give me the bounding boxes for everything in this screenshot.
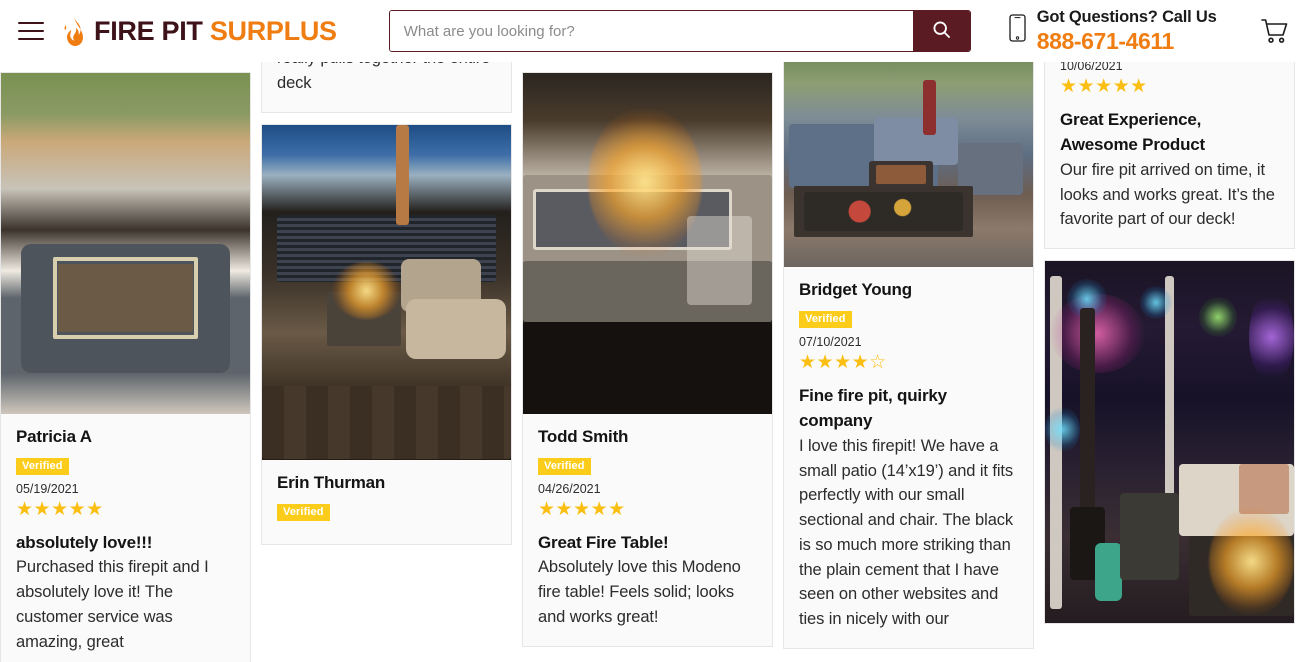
- review-title: Great Fire Table!: [538, 532, 669, 552]
- brand-text-fire-pit: FIRE PIT: [94, 15, 203, 46]
- review-date: 04/26/2021: [538, 482, 601, 496]
- search-icon: [931, 19, 952, 43]
- review-text: Absolutely love this Modeno fire table! …: [538, 558, 741, 626]
- review-card-clipped-top[interactable]: estimated in stock date and when it woul…: [261, 62, 512, 113]
- review-column-5: 10/06/2021 ★★★★★ Great Experience, Aweso…: [1044, 62, 1295, 635]
- night-porch-firepit-photo: [1045, 261, 1294, 624]
- brand-logo[interactable]: FIRE PIT SURPLUS: [62, 16, 337, 47]
- phone-number-link[interactable]: 888-671-4611: [1037, 28, 1217, 52]
- search-submit-button[interactable]: [912, 11, 970, 51]
- reviewer-name: Bridget Young: [799, 280, 912, 299]
- review-photo[interactable]: [523, 73, 772, 414]
- fire-table-flames-photo: [523, 73, 772, 414]
- review-column-4: Bridget Young Verified 07/10/2021 ★★★★☆ …: [783, 62, 1034, 660]
- review-masonry-board: Patricia A Verified 05/19/2021 ★★★★★ abs…: [0, 62, 1304, 662]
- star-rating: ★★★★☆: [799, 352, 887, 373]
- star-rating: ★★★★★: [16, 499, 104, 520]
- review-column-1: Patricia A Verified 05/19/2021 ★★★★★ abs…: [0, 62, 251, 662]
- phone-contact-block[interactable]: Got Questions? Call Us 888-671-4611: [1009, 8, 1217, 53]
- star-rating: ★★★★★: [1060, 76, 1148, 97]
- star-rating: ★★★★★: [538, 499, 626, 520]
- review-text: I love this firepit! We have a small pat…: [799, 436, 1014, 629]
- search-bar[interactable]: [388, 10, 971, 52]
- review-text: Purchased this firepit and I absolutely …: [16, 558, 209, 651]
- review-column-3: Todd Smith Verified 04/26/2021 ★★★★★ Gre…: [522, 62, 773, 658]
- brand-text: FIRE PIT SURPLUS: [94, 16, 337, 47]
- mobile-phone-icon: [1009, 14, 1026, 47]
- review-date: 10/06/2021: [1060, 62, 1123, 73]
- blue-sectional-patio-photo: [784, 62, 1033, 267]
- review-title: Fine fire pit, quirky company: [799, 385, 947, 431]
- review-date: 07/10/2021: [799, 335, 862, 349]
- review-photo[interactable]: [784, 62, 1033, 267]
- review-card-patricia-a[interactable]: Patricia A Verified 05/19/2021 ★★★★★ abs…: [0, 72, 251, 662]
- brand-text-surplus: SURPLUS: [209, 15, 337, 46]
- review-column-2: estimated in stock date and when it woul…: [261, 62, 512, 556]
- flame-icon: [62, 16, 86, 46]
- verified-badge: Verified: [799, 311, 852, 328]
- review-card-great-experience[interactable]: 10/06/2021 ★★★★★ Great Experience, Aweso…: [1044, 62, 1295, 250]
- search-input[interactable]: [389, 11, 913, 51]
- review-text: Our fire pit arrived on time, it looks a…: [1060, 160, 1275, 229]
- site-header: FIRE PIT SURPLUS Got Questions? Call Us …: [0, 0, 1304, 62]
- dusk-deck-firepit-photo: [262, 124, 511, 460]
- verified-badge: Verified: [16, 458, 69, 475]
- shopping-cart-icon[interactable]: [1260, 16, 1290, 46]
- hamburger-menu-icon[interactable]: [18, 22, 44, 40]
- reviewer-name: Erin Thurman: [277, 472, 386, 492]
- reviewer-name: Patricia A: [16, 427, 92, 446]
- review-card-bridget-young[interactable]: Bridget Young Verified 07/10/2021 ★★★★☆ …: [783, 62, 1034, 649]
- verified-badge: Verified: [538, 458, 591, 475]
- review-title: absolutely love!!!: [16, 532, 153, 552]
- review-card-night-porch[interactable]: [1044, 260, 1295, 625]
- verified-badge: Verified: [277, 503, 330, 521]
- review-photo[interactable]: [1, 73, 250, 414]
- reviewer-name: Todd Smith: [538, 427, 629, 446]
- review-photo[interactable]: [1045, 261, 1294, 624]
- review-card-todd-smith[interactable]: Todd Smith Verified 04/26/2021 ★★★★★ Gre…: [522, 72, 773, 647]
- review-card-erin-thurman[interactable]: Erin Thurman Verified: [261, 123, 512, 545]
- review-title: Great Experience, Awesome Product: [1060, 109, 1206, 155]
- review-photo[interactable]: [262, 124, 511, 460]
- review-text: estimated in stock date and when it woul…: [277, 62, 490, 92]
- review-date: 05/19/2021: [16, 482, 79, 496]
- patio-sofa-firepit-photo: [1, 73, 250, 414]
- phone-caption: Got Questions? Call Us: [1036, 8, 1217, 27]
